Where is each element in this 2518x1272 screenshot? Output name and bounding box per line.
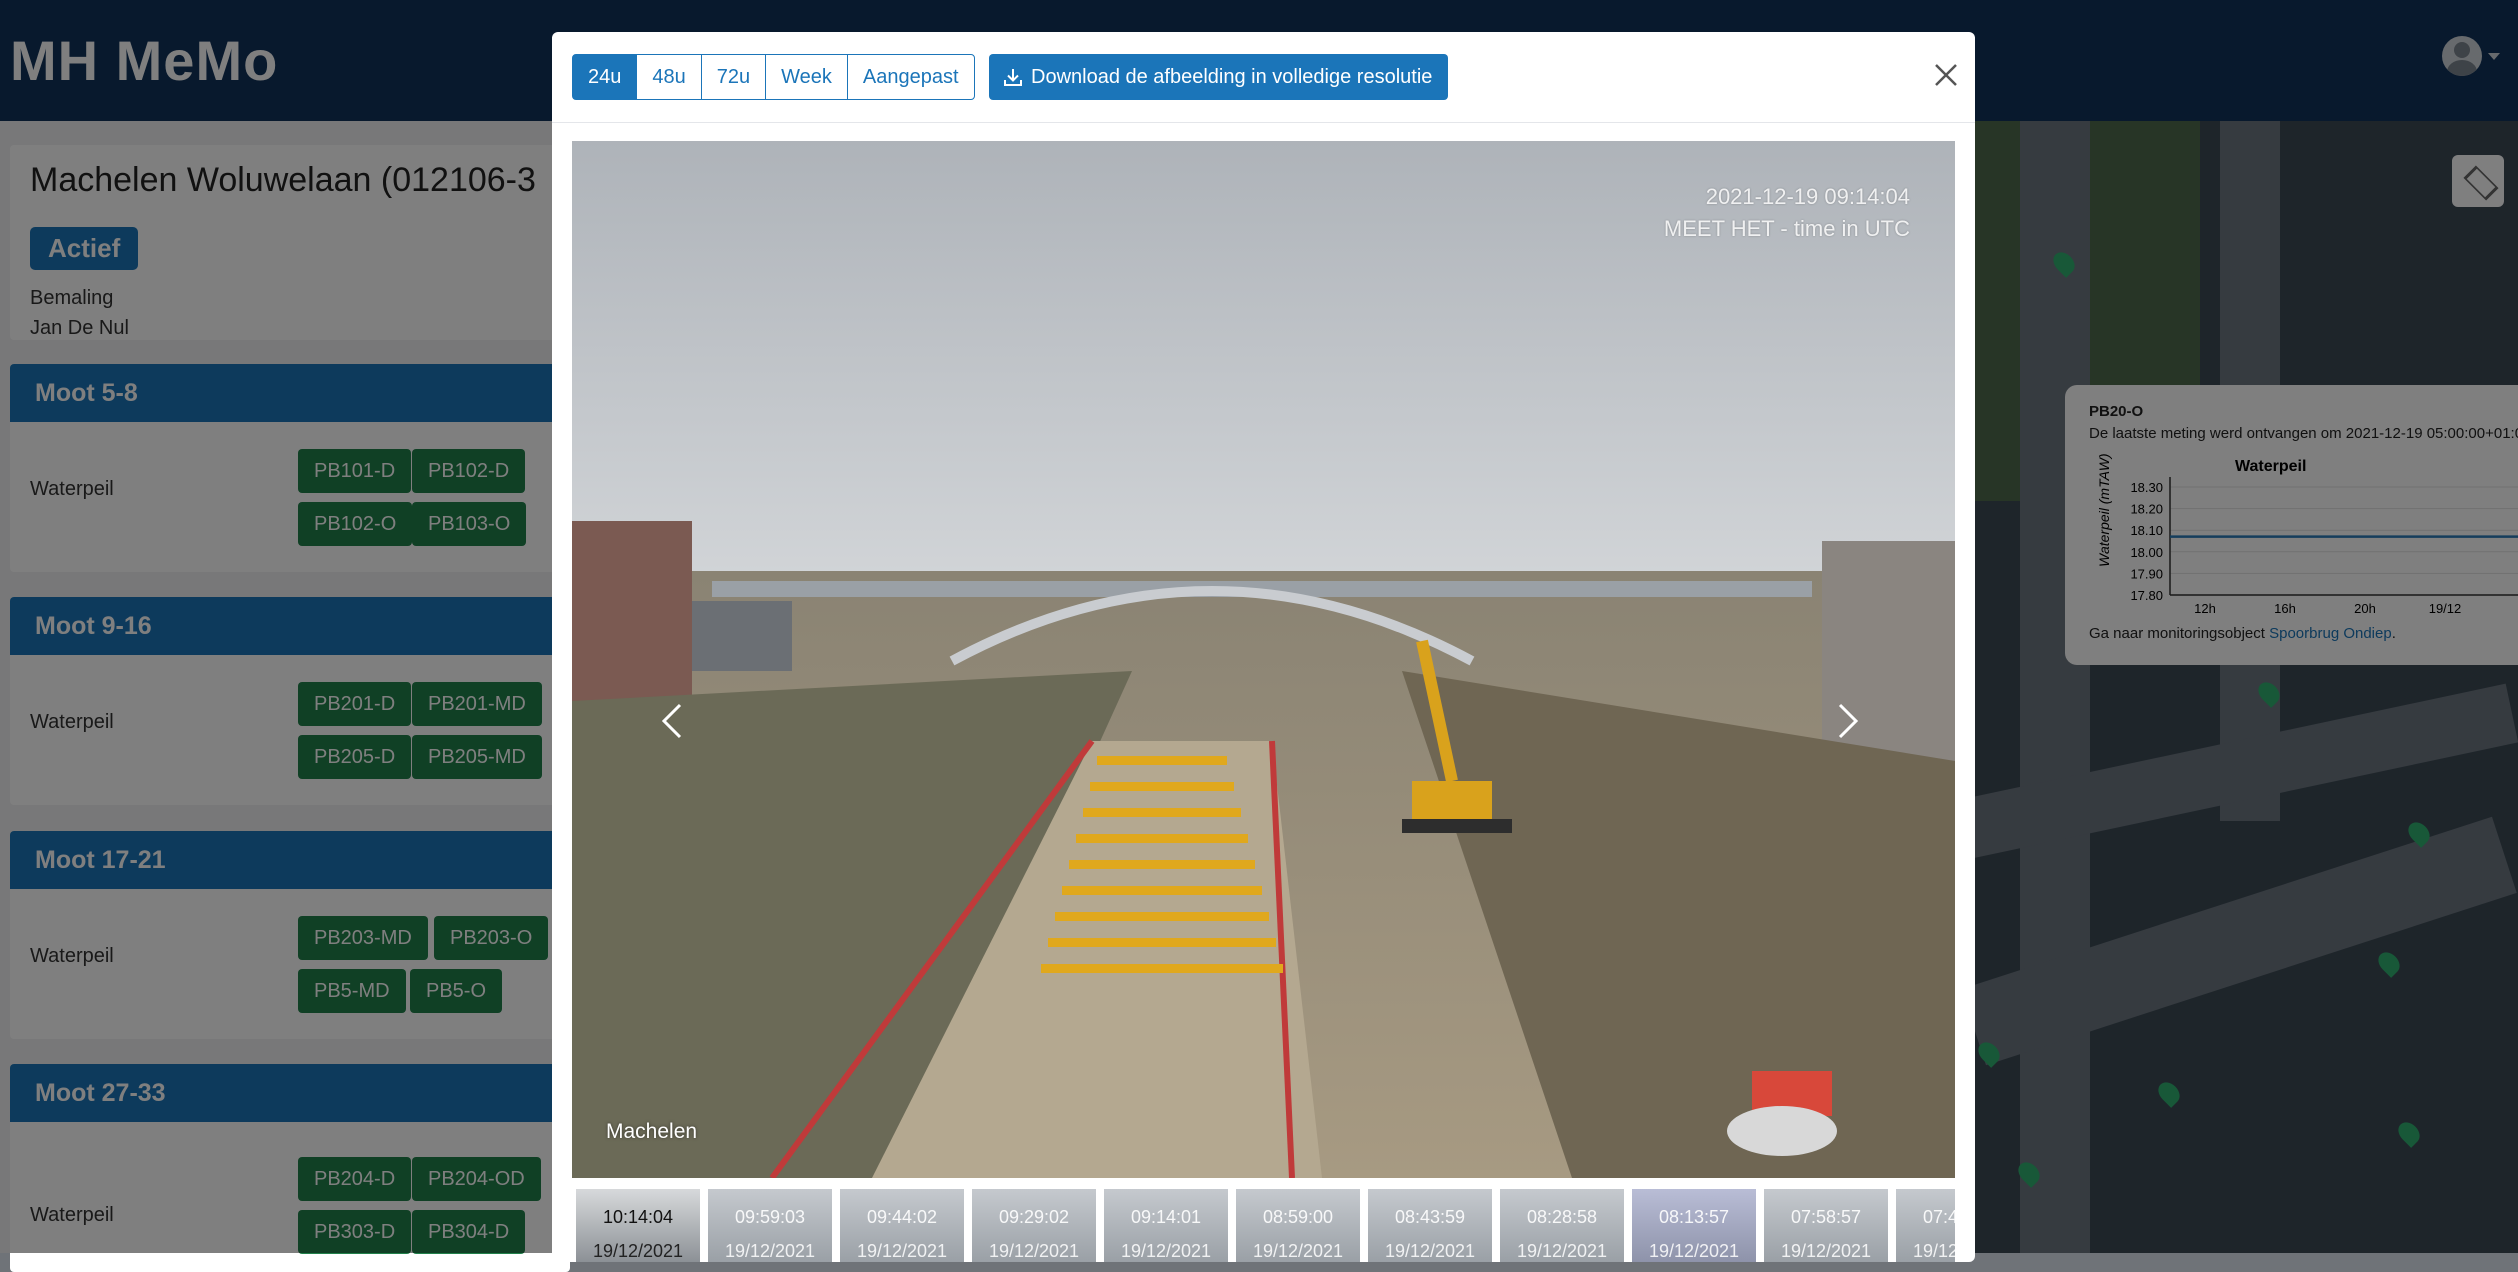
thumbnail[interactable]: 08:59:00 19/12/2021	[1236, 1189, 1360, 1262]
thumbnail[interactable]: 07:43:56 19/12/2021	[1896, 1189, 1955, 1262]
thumbnail-time: 08:59:00	[1262, 1207, 1334, 1227]
construction-site-photo	[572, 141, 1955, 1178]
camera-location: Machelen	[606, 1120, 698, 1143]
thumbnail-date: 19/12/2021	[1252, 1241, 1344, 1261]
thumbnail[interactable]: 09:29:02 19/12/2021	[972, 1189, 1096, 1262]
download-icon	[1004, 69, 1022, 86]
thumbnail[interactable]: 09:59:03 19/12/2021	[708, 1189, 832, 1262]
thumbnail[interactable]: 09:14:01 19/12/2021	[1104, 1189, 1228, 1262]
thumbnail-time: 08:43:59	[1394, 1207, 1466, 1227]
thumbnail-date: 19/12/2021	[856, 1241, 948, 1261]
thumbnail-date: 19/12/2021	[1780, 1241, 1872, 1261]
previous-image-icon[interactable]	[660, 701, 684, 741]
thumbnail[interactable]: 07:58:57 19/12/2021	[1764, 1189, 1888, 1262]
thumbnail[interactable]: 10:14:04 19/12/2021	[576, 1189, 700, 1262]
modal-header: 24u 48u 72u Week Aangepast Download de a…	[552, 32, 1975, 123]
thumbnail-date: 19/12/2021	[724, 1241, 816, 1261]
camera-image-modal: 24u 48u 72u Week Aangepast Download de a…	[552, 32, 1975, 1262]
thumbnail-date: 19/12/2021	[1648, 1241, 1740, 1261]
next-image-icon[interactable]	[1836, 701, 1860, 741]
download-button[interactable]: Download de afbeelding in volledige reso…	[989, 54, 1449, 100]
close-icon[interactable]	[1931, 60, 1961, 90]
thumbnail[interactable]: 08:13:57 19/12/2021	[1632, 1189, 1756, 1262]
download-label: Download de afbeelding in volledige reso…	[1031, 66, 1433, 88]
thumbnail-date: 19/12/2021	[1516, 1241, 1608, 1261]
range-button-24u[interactable]: 24u	[572, 54, 638, 100]
thumbnail[interactable]: 09:44:02 19/12/2021	[840, 1189, 964, 1262]
thumbnail-time: 07:43:56	[1922, 1207, 1955, 1227]
thumbnail-time: 08:13:57	[1658, 1207, 1730, 1227]
thumbnail-time: 07:58:57	[1790, 1207, 1862, 1227]
thumbnail-date: 19/12/2021	[1912, 1241, 1955, 1261]
thumbnail-time: 08:28:58	[1526, 1207, 1598, 1227]
camera-timezone-note: MEET HET - time in UTC	[1663, 216, 1910, 241]
thumbnail-time: 09:44:02	[866, 1207, 938, 1227]
thumbnail-time: 10:14:04	[602, 1207, 674, 1227]
thumbnail-date: 19/12/2021	[988, 1241, 1080, 1261]
time-range-selector: 24u 48u 72u Week Aangepast	[572, 54, 975, 100]
camera-datetime: 2021-12-19 09:14:04	[1705, 184, 1910, 209]
thumbnail-date: 19/12/2021	[1120, 1241, 1212, 1261]
thumbnail-date: 19/12/2021	[1384, 1241, 1476, 1261]
thumbnail[interactable]: 08:43:59 19/12/2021	[1368, 1189, 1492, 1262]
range-button-72u[interactable]: 72u	[700, 54, 767, 100]
range-button-48u[interactable]: 48u	[636, 54, 702, 100]
thumbnail-time: 09:59:03	[734, 1207, 806, 1227]
thumbnail-time: 09:14:01	[1130, 1207, 1202, 1227]
thumbnail-strip[interactable]: 10:14:04 19/12/2021 09:59:03 19/12/2021 09…	[576, 1189, 1955, 1262]
thumbnail[interactable]: 08:28:58 19/12/2021	[1500, 1189, 1624, 1262]
range-button-aangepast[interactable]: Aangepast	[846, 54, 975, 100]
camera-timestamp: 2021-12-19 09:14:04 MEET HET - time in U…	[1664, 181, 1910, 245]
camera-image[interactable]: 2021-12-19 09:14:04 MEET HET - time in U…	[572, 141, 1955, 1178]
thumbnail-date: 19/12/2021	[592, 1241, 684, 1261]
thumbnail-time: 09:29:02	[998, 1207, 1070, 1227]
range-button-week[interactable]: Week	[765, 54, 848, 100]
